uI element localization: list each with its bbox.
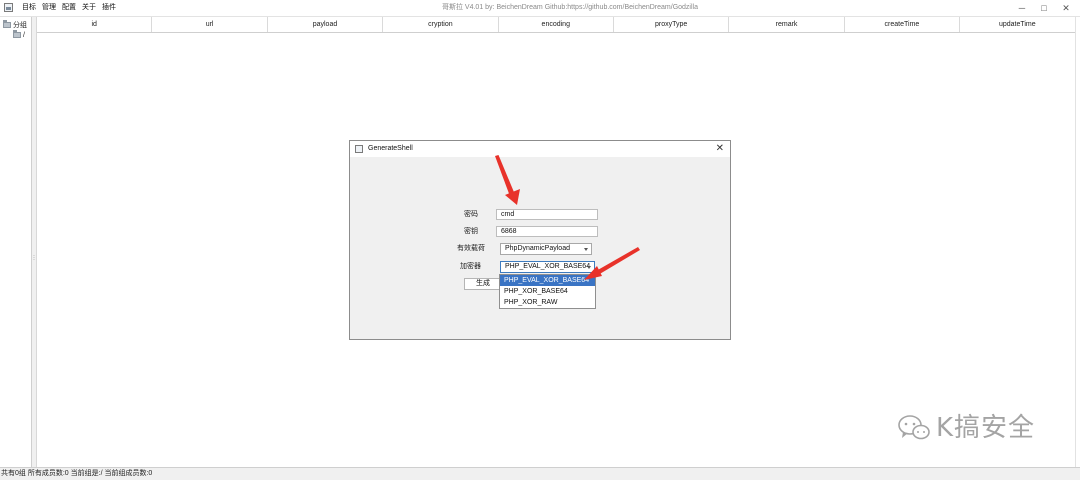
- dialog-title: GenerateShell: [368, 145, 413, 152]
- watermark-text: K搞安全: [936, 413, 1036, 443]
- dialog-app-icon: [355, 145, 363, 153]
- chevron-down-icon: [587, 266, 591, 269]
- payload-select[interactable]: PhpDynamicPayload: [500, 243, 592, 255]
- dropdown-option-php-xor-raw[interactable]: PHP_XOR_RAW: [500, 297, 595, 308]
- column-header-remark[interactable]: remark: [729, 17, 845, 32]
- close-icon[interactable]: ✕: [1054, 2, 1078, 14]
- column-header-updatetime[interactable]: updateTime: [960, 17, 1076, 32]
- status-bar: 共有0组 所有成员数:0 当前组是:/ 当前组成员数:0: [0, 467, 1080, 480]
- chat-bubbles-icon: [898, 415, 930, 440]
- column-header-payload[interactable]: payload: [268, 17, 384, 32]
- minimize-icon[interactable]: ─: [1010, 2, 1034, 14]
- title-bar: 目标 管理 配置 关于 插件 哥斯拉 V4.01 by: BeichenDrea…: [0, 0, 1080, 17]
- cryption-select-value: PHP_EVAL_XOR_BASE64: [505, 263, 591, 270]
- key-input[interactable]: 6868: [496, 226, 598, 237]
- password-input[interactable]: cmd: [496, 209, 598, 220]
- watermark: K搞安全: [897, 413, 1035, 443]
- cryption-select[interactable]: PHP_EVAL_XOR_BASE64: [500, 261, 595, 273]
- key-label: 密钥: [464, 228, 478, 235]
- password-label: 密码: [464, 211, 478, 218]
- window-title: 哥斯拉 V4.01 by: BeichenDream Github:https:…: [441, 4, 698, 11]
- payload-select-value: PhpDynamicPayload: [505, 245, 570, 252]
- folder-open-icon: [3, 20, 11, 28]
- generate-button[interactable]: 生成: [464, 278, 502, 290]
- column-header-createtime[interactable]: createTime: [845, 17, 961, 32]
- generate-shell-dialog: GenerateShell ✕: [349, 140, 731, 340]
- column-header-url[interactable]: url: [152, 17, 268, 32]
- dialog-title-bar[interactable]: GenerateShell ✕: [350, 141, 730, 157]
- tree-root-label: 分组: [13, 22, 27, 29]
- tree-node-child[interactable]: /: [13, 30, 25, 40]
- cryption-label: 加密器: [460, 263, 481, 270]
- tree-child-label: /: [23, 31, 25, 39]
- group-tree: 分组 /: [0, 17, 32, 467]
- column-header-proxytype[interactable]: proxyType: [614, 17, 730, 32]
- table-border: [1075, 17, 1076, 467]
- column-header-id[interactable]: id: [37, 17, 153, 32]
- payload-label: 有效载荷: [457, 245, 485, 252]
- chevron-down-icon: [584, 248, 588, 251]
- maximize-icon[interactable]: □: [1032, 2, 1056, 14]
- table-header: id url payload cryption encoding proxyTy…: [37, 17, 1076, 33]
- dropdown-option-php-eval-xor-base64[interactable]: PHP_EVAL_XOR_BASE64: [500, 275, 595, 286]
- grip-icon: · · ·: [33, 253, 35, 263]
- column-header-encoding[interactable]: encoding: [499, 17, 614, 32]
- dialog-close-icon[interactable]: ✕: [716, 142, 724, 155]
- cryption-dropdown-list: PHP_EVAL_XOR_BASE64 PHP_XOR_BASE64 PHP_X…: [499, 274, 596, 309]
- dropdown-option-php-xor-base64[interactable]: PHP_XOR_BASE64: [500, 286, 595, 297]
- folder-icon: [13, 30, 21, 38]
- tree-node-root[interactable]: 分组: [3, 20, 27, 30]
- column-header-cryption[interactable]: cryption: [383, 17, 499, 32]
